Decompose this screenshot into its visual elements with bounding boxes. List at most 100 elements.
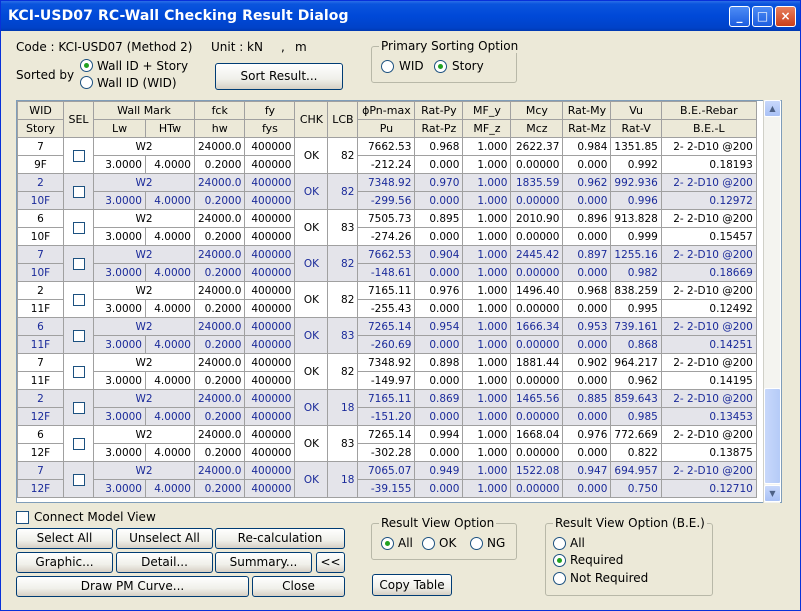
result-view-ok-radio[interactable]	[422, 537, 435, 550]
select-checkbox[interactable]	[72, 149, 85, 162]
col-header[interactable]: MF_y	[462, 101, 512, 120]
sel-cell[interactable]	[63, 209, 94, 246]
col-header[interactable]: CHK	[294, 101, 329, 138]
mcy-cell: 1668.04	[510, 425, 564, 444]
col-header[interactable]: ϕPn-max	[357, 101, 416, 120]
col-header[interactable]: LCB	[327, 101, 359, 138]
primary-sort-story-radio[interactable]	[434, 60, 447, 73]
maximize-icon[interactable]: □	[752, 6, 773, 27]
col-header[interactable]: fys	[244, 119, 296, 138]
table-row[interactable]: 2 W2 24000.0 400000 OK 18 7165.11 0.869 1.000 146…	[17, 389, 757, 426]
col-header[interactable]: Lw	[93, 119, 146, 138]
draw-pm-curve-button[interactable]: Draw PM Curve...	[16, 576, 249, 597]
collapse-button[interactable]: <<	[316, 552, 345, 573]
col-header[interactable]: WID	[17, 101, 64, 120]
col-header[interactable]: HTw	[145, 119, 195, 138]
select-all-button[interactable]: Select All	[16, 528, 113, 549]
rat-v-cell: 0.996	[610, 191, 662, 210]
table-row[interactable]: 12F 3.0000 4.0000 0.2000 400000 -39.155 0.000 1…	[17, 479, 757, 498]
table-row[interactable]: 10F 3.0000 4.0000 0.2000 400000 -274.26 0.000 1…	[17, 227, 757, 246]
grid-vertical-scrollbar[interactable]: ▲ ▼	[763, 100, 781, 503]
select-checkbox[interactable]	[72, 473, 85, 486]
col-header[interactable]: Rat-Mz	[562, 119, 612, 138]
connect-model-view-checkbox[interactable]	[16, 511, 29, 524]
close-icon[interactable]: ×	[775, 6, 796, 27]
result-view-ng-radio[interactable]	[470, 537, 483, 550]
recalculation-button[interactable]: Re-calculation	[215, 528, 345, 549]
col-header[interactable]: Rat-Pz	[414, 119, 464, 138]
table-row[interactable]: 11F 3.0000 4.0000 0.2000 400000 -255.43 0.000 1…	[17, 299, 757, 318]
col-header[interactable]: B.E.-Rebar	[660, 101, 757, 120]
select-checkbox[interactable]	[72, 437, 85, 450]
table-row[interactable]: 2 W2 24000.0 400000 OK 82 7165.11 0.976 1.000 149…	[17, 281, 757, 318]
col-header[interactable]: Mcz	[510, 119, 564, 138]
detail-button[interactable]: Detail...	[116, 552, 213, 573]
col-header[interactable]: Story	[17, 119, 64, 138]
select-checkbox[interactable]	[72, 329, 85, 342]
close-button[interactable]: Close	[252, 576, 345, 597]
sel-cell[interactable]	[63, 425, 94, 462]
result-view-all-radio[interactable]	[381, 537, 394, 550]
col-header[interactable]: Rat-My	[562, 101, 612, 120]
sort-wall-id-radio[interactable]	[80, 76, 93, 89]
col-header[interactable]: B.E.-L	[660, 119, 757, 138]
table-row[interactable]: 10F 3.0000 4.0000 0.2000 400000 -299.56 0.000 1…	[17, 191, 757, 210]
select-checkbox[interactable]	[72, 221, 85, 234]
sel-cell[interactable]	[63, 245, 94, 282]
sort-result-button[interactable]: Sort Result...	[215, 63, 343, 90]
col-header[interactable]: Mcy	[510, 101, 564, 120]
sel-cell[interactable]	[63, 317, 94, 354]
table-row[interactable]: 6 W2 24000.0 400000 OK 83 7505.73 0.895 1.000 201…	[17, 209, 757, 246]
col-header[interactable]: Rat-Py	[414, 101, 464, 120]
minimize-icon[interactable]: _	[729, 6, 750, 27]
title-bar[interactable]: KCI-USD07 RC-Wall Checking Result Dialog…	[1, 1, 800, 31]
table-row[interactable]: 12F 3.0000 4.0000 0.2000 400000 -151.20 0.000 1…	[17, 407, 757, 426]
col-header[interactable]: SEL	[63, 101, 94, 138]
col-header[interactable]: fy	[244, 101, 296, 120]
sort-wall-id-story-radio[interactable]	[80, 59, 93, 72]
select-checkbox[interactable]	[72, 401, 85, 414]
graphic-button[interactable]: Graphic...	[16, 552, 113, 573]
table-row[interactable]: 7 W2 24000.0 400000 OK 82 7662.53 0.904 1.000 244…	[17, 245, 757, 282]
col-header[interactable]: Wall Mark	[93, 101, 195, 120]
scroll-down-icon[interactable]: ▼	[764, 485, 781, 502]
table-row[interactable]: 2 W2 24000.0 400000 OK 82 7348.92 0.970 1.000 183…	[17, 173, 757, 210]
table-row[interactable]: 10F 3.0000 4.0000 0.2000 400000 -148.61 0.000 1…	[17, 263, 757, 282]
sel-cell[interactable]	[63, 137, 94, 174]
be-not-required-radio[interactable]	[553, 572, 566, 585]
table-row[interactable]: 9F 3.0000 4.0000 0.2000 400000 -212.24 0.000 1.…	[17, 155, 757, 174]
col-header[interactable]: MF_z	[462, 119, 512, 138]
table-row[interactable]: 6 W2 24000.0 400000 OK 83 7265.14 0.954 1.000 166…	[17, 317, 757, 354]
table-row[interactable]: 6 W2 24000.0 400000 OK 83 7265.14 0.994 1.000 166…	[17, 425, 757, 462]
col-header[interactable]: hw	[193, 119, 246, 138]
sel-cell[interactable]	[63, 389, 94, 426]
unselect-all-button[interactable]: Unselect All	[116, 528, 213, 549]
summary-button[interactable]: Summary...	[215, 552, 312, 573]
mcz-cell: 0.00000	[510, 299, 564, 318]
sel-cell[interactable]	[63, 173, 94, 210]
table-row[interactable]: 7 W2 24000.0 400000 OK 82 7662.53 0.968 1.000 262…	[17, 137, 757, 174]
table-row[interactable]: 11F 3.0000 4.0000 0.2000 400000 -149.97 0.000 1…	[17, 371, 757, 390]
table-row[interactable]: 7 W2 24000.0 400000 OK 82 7348.92 0.898 1.000 188…	[17, 353, 757, 390]
table-row[interactable]: 12F 3.0000 4.0000 0.2000 400000 -302.28 0.000 1…	[17, 443, 757, 462]
primary-sort-wid-radio[interactable]	[381, 60, 394, 73]
col-header[interactable]: fck	[193, 101, 246, 120]
copy-table-button[interactable]: Copy Table	[372, 574, 452, 596]
select-checkbox[interactable]	[72, 257, 85, 270]
table-row[interactable]: 7 W2 24000.0 400000 OK 18 7065.07 0.949 1.000 152…	[17, 461, 757, 498]
sel-cell[interactable]	[63, 281, 94, 318]
select-checkbox[interactable]	[72, 365, 85, 378]
table-row[interactable]: 11F 3.0000 4.0000 0.2000 400000 -260.69 0.000 1…	[17, 335, 757, 354]
scroll-thumb[interactable]	[764, 388, 781, 484]
scroll-up-icon[interactable]: ▲	[764, 100, 781, 117]
select-checkbox[interactable]	[72, 293, 85, 306]
col-header[interactable]: Vu	[610, 101, 662, 120]
col-header[interactable]: Rat-V	[610, 119, 662, 138]
be-all-radio[interactable]	[553, 537, 566, 550]
sel-cell[interactable]	[63, 353, 94, 390]
select-checkbox[interactable]	[72, 185, 85, 198]
sel-cell[interactable]	[63, 461, 94, 498]
col-header[interactable]: Pu	[357, 119, 416, 138]
be-required-radio[interactable]	[553, 554, 566, 567]
chk-cell: OK	[294, 245, 329, 282]
